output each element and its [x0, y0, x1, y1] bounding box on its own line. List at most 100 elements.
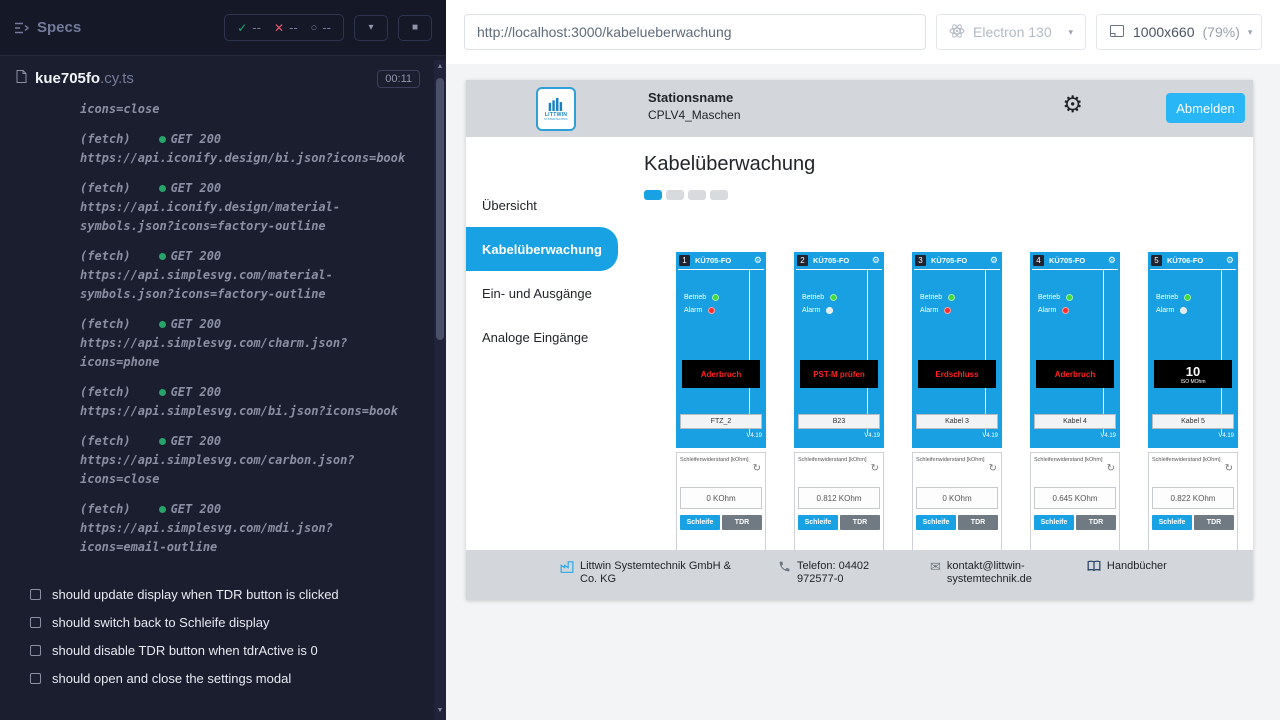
tdr-button[interactable]: TDR — [958, 515, 998, 530]
device-model: KÜ705-FO — [813, 256, 849, 265]
http-status: GET 200 — [171, 500, 222, 519]
test-box-icon — [30, 673, 41, 684]
cable-name: FTZ_2 — [680, 414, 762, 429]
divider — [914, 269, 1000, 270]
spec-extension: .cy.ts — [100, 70, 134, 87]
specs-title[interactable]: Specs — [37, 19, 81, 36]
spec-name: kue705fo — [35, 70, 100, 87]
log-entry[interactable]: (fetch) GET 200 https://api.simplesvg.co… — [80, 247, 416, 304]
tdr-button[interactable]: TDR — [1194, 515, 1234, 530]
measurement-title: Schleifenwiderstand [kOhm] — [1034, 457, 1116, 463]
refresh-icon[interactable]: ↻ — [1225, 464, 1233, 474]
http-status: GET 200 — [171, 383, 222, 402]
test-title[interactable]: should switch back to Schleife display — [30, 608, 432, 636]
rack-tab[interactable] — [710, 190, 728, 200]
schleife-button[interactable]: Schleife — [916, 515, 956, 530]
tdr-button[interactable]: TDR — [840, 515, 880, 530]
log-entry[interactable]: (fetch) GET 200 https://api.simplesvg.co… — [80, 500, 416, 557]
scrollbar-thumb[interactable] — [436, 78, 444, 340]
alarm-label: Alarm — [1038, 307, 1056, 314]
rack-tab[interactable] — [644, 190, 662, 200]
status-dot — [159, 438, 166, 445]
card-settings-icon[interactable]: ⚙ — [1108, 256, 1117, 265]
schleife-button[interactable]: Schleife — [1034, 515, 1074, 530]
log-entry[interactable]: icons=close — [80, 100, 416, 119]
firmware-version: V4.19 — [982, 433, 998, 439]
request-url: https://api.iconify.design/bi.json?icons… — [80, 149, 416, 168]
scroll-down-icon[interactable]: ▼ — [434, 704, 446, 718]
collapse-button[interactable]: ▾ — [354, 15, 388, 41]
test-title-text: should disable TDR button when tdrActive… — [52, 643, 318, 658]
logout-button[interactable]: Abmelden — [1166, 93, 1245, 123]
reporter-scrollbar[interactable]: ▲ ▼ — [434, 60, 446, 720]
sidebar-nav-item[interactable]: Übersicht — [466, 183, 626, 227]
card-settings-icon[interactable]: ⚙ — [990, 256, 999, 265]
log-entry[interactable]: (fetch) GET 200 https://api.simplesvg.co… — [80, 432, 416, 489]
http-status: GET 200 — [171, 315, 222, 334]
company-name: Littwin Systemtechnik GmbH & Co. KG — [580, 560, 750, 586]
test-title[interactable]: should open and close the settings modal — [30, 664, 432, 692]
refresh-icon[interactable]: ↻ — [753, 464, 761, 474]
sidebar-nav-item[interactable]: Analoge Eingänge — [466, 315, 626, 359]
refresh-icon[interactable]: ↻ — [1107, 464, 1115, 474]
measurement-title: Schleifenwiderstand [kOhm] — [680, 457, 762, 463]
request-url: icons=close — [80, 100, 416, 119]
log-entry[interactable]: (fetch) GET 200 https://api.iconify.desi… — [80, 179, 416, 236]
specs-list-icon[interactable] — [14, 22, 29, 34]
sidebar-nav-item[interactable]: Ein- und Ausgänge — [466, 271, 626, 315]
log-entry[interactable]: (fetch) GET 200 https://api.simplesvg.co… — [80, 315, 416, 372]
station-label: Stationsname — [648, 90, 741, 105]
browser-select[interactable]: Electron 130 ▾ — [936, 14, 1086, 50]
test-title[interactable]: should update display when TDR button is… — [30, 580, 432, 608]
footer-manuals[interactable]: Handbücher — [1087, 560, 1167, 576]
station-name: CPLV4_Maschen — [648, 108, 741, 122]
request-url: https://api.simplesvg.com/mdi.json?icons… — [80, 519, 416, 557]
log-entry[interactable]: (fetch) GET 200 https://api.iconify.desi… — [80, 130, 416, 168]
tdr-button[interactable]: TDR — [1076, 515, 1116, 530]
rack-tab[interactable] — [688, 190, 706, 200]
refresh-icon[interactable]: ↻ — [989, 464, 997, 474]
scroll-up-icon[interactable]: ▲ — [434, 60, 446, 74]
schleife-button[interactable]: Schleife — [798, 515, 838, 530]
betrieb-led — [1184, 294, 1191, 301]
app-footer: Littwin Systemtechnik GmbH & Co. KG Tele… — [466, 550, 1253, 600]
url-input[interactable] — [464, 14, 926, 50]
card-settings-icon[interactable]: ⚙ — [1226, 256, 1235, 265]
passed-stat: ✓-- — [237, 20, 261, 35]
request-url: https://api.simplesvg.com/material-symbo… — [80, 266, 416, 304]
measurement-title: Schleifenwiderstand [kOhm] — [1152, 457, 1234, 463]
status-unit: ISO MOhm — [1180, 379, 1205, 385]
stage: Electron 130 ▾ 1000x660 (79%) ▾ LITTWIN … — [446, 0, 1280, 720]
betrieb-led — [830, 294, 837, 301]
sidebar-nav-item[interactable]: Kabelüberwachung — [466, 227, 618, 271]
card-settings-icon[interactable]: ⚙ — [754, 256, 763, 265]
spec-file[interactable]: kue705fo.cy.ts 00:11 — [0, 56, 446, 96]
viewport-select[interactable]: 1000x660 (79%) ▾ — [1096, 14, 1262, 50]
status-text: 10 — [1186, 364, 1200, 379]
firmware-version: V4.19 — [864, 433, 880, 439]
schleife-button[interactable]: Schleife — [1152, 515, 1192, 530]
measurement-panel: Schleifenwiderstand [kOhm] ↻ 0 KOhm Schl… — [676, 452, 766, 550]
tdr-button[interactable]: TDR — [722, 515, 762, 530]
station-info: Stationsname CPLV4_Maschen — [648, 90, 741, 122]
firmware-version: V4.19 — [1100, 433, 1116, 439]
refresh-icon[interactable]: ↻ — [871, 464, 879, 474]
status-text: Aderbruch — [701, 370, 741, 379]
stop-button[interactable]: ■ — [398, 15, 432, 41]
device-card: 2 KÜ705-FO ⚙ Betrieb Alarm PST-M prüfen … — [794, 252, 884, 550]
log-entry[interactable]: (fetch) GET 200 https://api.simplesvg.co… — [80, 383, 416, 421]
card-settings-icon[interactable]: ⚙ — [872, 256, 881, 265]
measurement-panel: Schleifenwiderstand [kOhm] ↻ 0.812 KOhm … — [794, 452, 884, 550]
schleife-button[interactable]: Schleife — [680, 515, 720, 530]
measurement-value: 0.812 KOhm — [798, 487, 880, 509]
viewport-icon — [1109, 23, 1125, 42]
manuals-link[interactable]: Handbücher — [1107, 560, 1167, 573]
test-title-text: should update display when TDR button is… — [52, 587, 339, 602]
settings-gear-icon[interactable]: ⚙ — [1062, 93, 1083, 116]
divider — [678, 269, 764, 270]
fetch-label: (fetch) — [80, 383, 131, 402]
rack-tab[interactable] — [666, 190, 684, 200]
cable-name: Kabel 3 — [916, 414, 998, 429]
test-title[interactable]: should disable TDR button when tdrActive… — [30, 636, 432, 664]
failed-stat: ✕-- — [274, 20, 298, 35]
